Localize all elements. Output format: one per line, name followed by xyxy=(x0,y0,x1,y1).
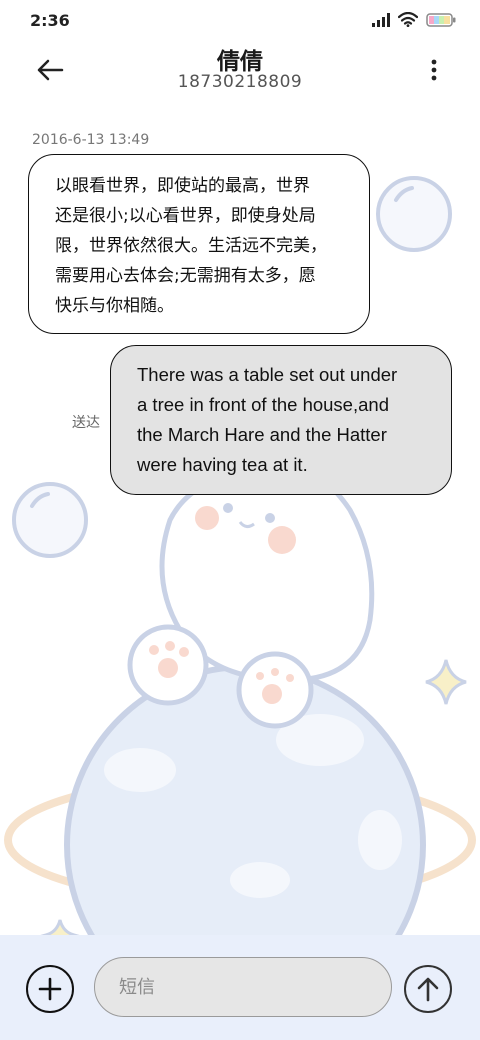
message-line: were having tea at it. xyxy=(137,454,308,475)
status-bar: 2:36 xyxy=(0,0,480,40)
messaging-screen: 2:36 倩倩 18730218809 2016-6-13 13:49 以眼看世… xyxy=(0,0,480,1040)
send-button[interactable] xyxy=(404,965,452,1013)
conversation-header: 倩倩 18730218809 xyxy=(0,40,480,100)
arrow-up-icon xyxy=(417,977,439,1002)
message-composer xyxy=(0,935,480,1040)
delivery-status: 送达 xyxy=(72,415,100,431)
more-vertical-icon xyxy=(431,59,437,81)
message-line: There was a table set out under xyxy=(137,364,398,385)
message-line: a tree in front of the house,and xyxy=(137,394,389,415)
message-line: 快乐与你相随。 xyxy=(55,296,174,316)
contact-name: 倩倩 xyxy=(217,49,263,75)
contact-number: 18730218809 xyxy=(177,72,303,92)
message-line: the March Hare and the Hatter xyxy=(137,424,387,445)
incoming-message-bubble[interactable]: 以眼看世界，即使站的最高，世界 还是很小;以心看世界，即使身处局 限，世界依然很… xyxy=(28,154,370,334)
outgoing-message-bubble[interactable]: There was a table set out under a tree i… xyxy=(110,345,452,495)
add-attachment-button[interactable] xyxy=(26,965,74,1013)
signal-icon xyxy=(372,12,390,27)
status-icons xyxy=(372,12,456,27)
plus-icon xyxy=(38,977,62,1001)
message-line: 还是很小;以心看世界，即使身处局 xyxy=(55,206,316,226)
more-options-button[interactable] xyxy=(422,54,446,86)
message-line: 限，世界依然很大。生活远不完美， xyxy=(55,236,327,256)
status-time: 2:36 xyxy=(30,11,70,30)
message-timestamp: 2016-6-13 13:49 xyxy=(32,132,150,148)
message-line: 需要用心去体会;无需拥有太多，愿 xyxy=(55,266,316,286)
message-line: 以眼看世界，即使站的最高，世界 xyxy=(55,176,310,196)
battery-icon xyxy=(426,12,456,27)
sms-input[interactable] xyxy=(94,957,392,1017)
wifi-icon xyxy=(398,12,418,27)
